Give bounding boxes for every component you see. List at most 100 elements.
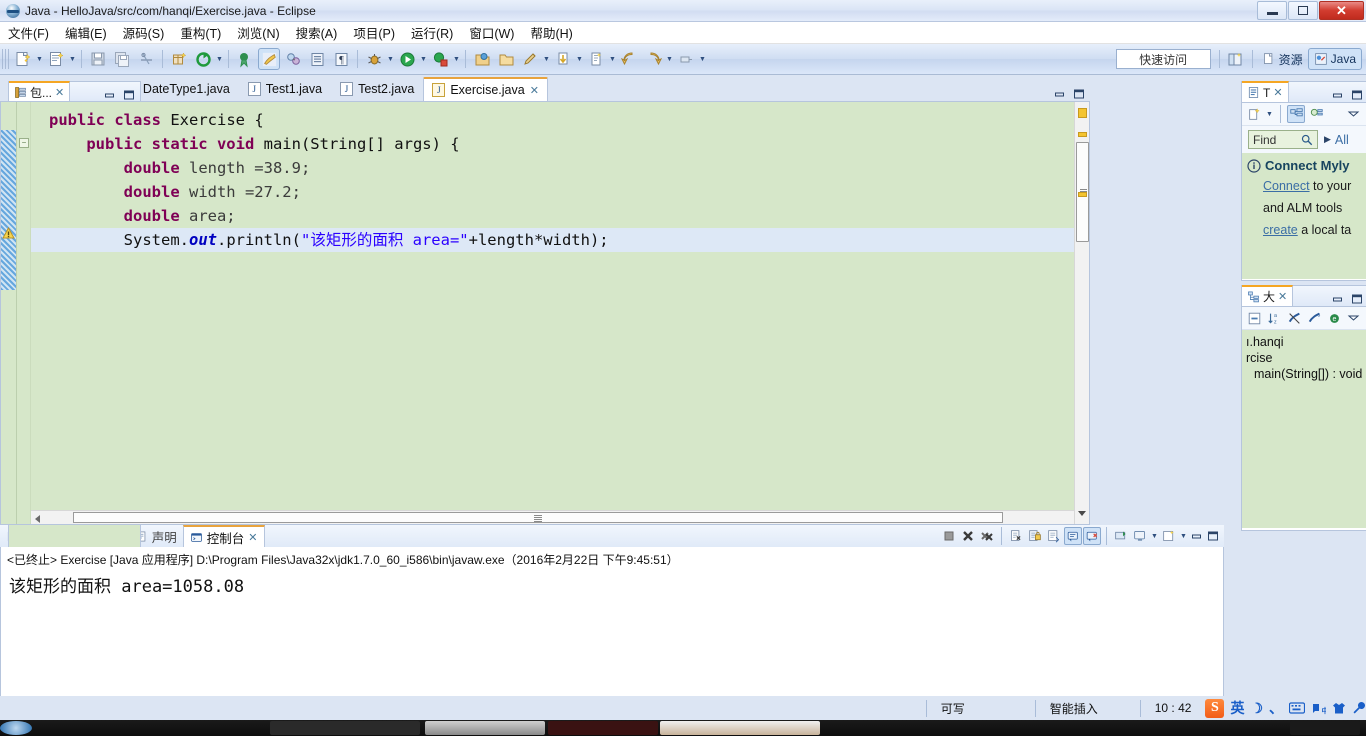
pencil-icon[interactable] bbox=[519, 48, 541, 70]
tools-icon[interactable] bbox=[1352, 701, 1366, 715]
scroll-lock-icon[interactable] bbox=[1026, 527, 1044, 545]
toolbar-grip[interactable] bbox=[2, 49, 9, 69]
connect-link[interactable]: Connect bbox=[1263, 179, 1310, 193]
sort-icon[interactable]: az bbox=[1265, 309, 1283, 327]
open-console-dropdown-icon[interactable]: ▼ bbox=[1179, 525, 1188, 547]
menu-navigate[interactable]: 浏览(N) bbox=[229, 21, 287, 44]
hide-nonpublic-icon[interactable]: e bbox=[1325, 309, 1343, 327]
hide-fields-icon[interactable] bbox=[1285, 309, 1303, 327]
scheduled-view-icon[interactable] bbox=[1307, 105, 1325, 123]
new-task-dropdown-icon[interactable]: ▼ bbox=[1265, 103, 1274, 125]
new-java-file-icon[interactable] bbox=[45, 48, 67, 70]
save-all-icon[interactable] bbox=[111, 48, 133, 70]
back-icon[interactable] bbox=[618, 48, 640, 70]
display-console-dropdown-icon[interactable]: ▼ bbox=[1150, 525, 1159, 547]
punctuation-icon[interactable]: 、 bbox=[1269, 698, 1283, 718]
close-icon[interactable]: ✕ bbox=[1273, 86, 1282, 99]
maximize-icon[interactable] bbox=[121, 87, 136, 102]
outline-row-main[interactable]: main(String[]) : void bbox=[1244, 366, 1366, 382]
scroll-left-icon[interactable] bbox=[35, 515, 40, 523]
find-all-filter[interactable]: ▶ All bbox=[1324, 133, 1349, 147]
menu-window[interactable]: 窗口(W) bbox=[461, 21, 522, 44]
forward-dropdown-icon[interactable]: ▼ bbox=[665, 48, 674, 70]
skin-icon[interactable] bbox=[1332, 702, 1346, 715]
next-annotation-icon[interactable] bbox=[552, 48, 574, 70]
editor-vertical-scrollbar[interactable] bbox=[1074, 102, 1089, 524]
console-tab-console[interactable]: 控制台 ✕ bbox=[182, 525, 265, 547]
menu-source[interactable]: 源码(S) bbox=[115, 21, 173, 44]
run-icon[interactable] bbox=[396, 48, 418, 70]
last-edit-dropdown-icon[interactable]: ▼ bbox=[608, 48, 617, 70]
perspective-java[interactable]: Java bbox=[1307, 48, 1362, 70]
print-icon[interactable] bbox=[135, 48, 157, 70]
last-edit-location-icon[interactable] bbox=[585, 48, 607, 70]
find-input[interactable]: Find bbox=[1248, 130, 1318, 149]
new-package-icon[interactable] bbox=[168, 48, 190, 70]
close-icon[interactable]: ✕ bbox=[530, 84, 539, 97]
debug-icon[interactable] bbox=[363, 48, 385, 70]
view-menu-icon[interactable] bbox=[1346, 107, 1361, 122]
open-type-icon[interactable] bbox=[282, 48, 304, 70]
skip-breakpoints-icon[interactable] bbox=[258, 48, 280, 70]
display-selected-console-icon[interactable] bbox=[1131, 527, 1149, 545]
editor-tab-test1[interactable]: J Test1.java bbox=[239, 77, 331, 101]
taskbar-item-2[interactable] bbox=[425, 721, 545, 735]
taskbar-item-3[interactable] bbox=[548, 721, 658, 735]
folding-ruler[interactable]: − bbox=[17, 102, 31, 524]
new-wizard-icon[interactable] bbox=[12, 48, 34, 70]
maximize-button[interactable] bbox=[1288, 1, 1318, 20]
outline-row-package[interactable]: ı.hanqi bbox=[1244, 334, 1366, 350]
next-annotation-dropdown-icon[interactable]: ▼ bbox=[575, 48, 584, 70]
save-icon[interactable] bbox=[87, 48, 109, 70]
package-explorer-tab[interactable]: 包... ✕ bbox=[9, 81, 71, 102]
menu-help[interactable]: 帮助(H) bbox=[522, 21, 580, 44]
annotation-ruler[interactable] bbox=[1, 102, 17, 524]
menu-project[interactable]: 项目(P) bbox=[345, 21, 403, 44]
maximize-icon[interactable] bbox=[1349, 87, 1364, 102]
editor-horizontal-scrollbar[interactable] bbox=[31, 510, 1074, 524]
ime-language-label[interactable]: 英 bbox=[1230, 698, 1244, 718]
minimize-icon[interactable] bbox=[1189, 529, 1204, 544]
scroll-down-icon[interactable] bbox=[1078, 511, 1086, 516]
code-editor[interactable]: public class Exercise { public static vo… bbox=[31, 102, 1074, 524]
hscroll-thumb[interactable] bbox=[73, 512, 1003, 523]
close-icon[interactable]: ✕ bbox=[1278, 290, 1287, 303]
external-tools-icon[interactable] bbox=[429, 48, 451, 70]
new-task-icon[interactable] bbox=[1245, 105, 1263, 123]
hide-static-icon[interactable]: s bbox=[1305, 309, 1323, 327]
collapse-all-icon[interactable] bbox=[1245, 309, 1263, 327]
remove-all-terminated-icon[interactable] bbox=[978, 527, 996, 545]
minimize-icon[interactable] bbox=[1330, 87, 1345, 102]
maximize-icon[interactable] bbox=[1071, 86, 1086, 101]
moon-icon[interactable]: ☽ bbox=[1250, 700, 1263, 717]
editor-tab-test2[interactable]: J Test2.java bbox=[331, 77, 423, 101]
start-button[interactable] bbox=[0, 721, 32, 735]
external-tools-dropdown-icon[interactable]: ▼ bbox=[452, 48, 461, 70]
menu-edit[interactable]: 编辑(E) bbox=[57, 21, 115, 44]
minimize-button[interactable] bbox=[1257, 1, 1287, 20]
editor-tab-exercise[interactable]: J Exercise.java ✕ bbox=[423, 77, 548, 101]
terminate-icon[interactable] bbox=[940, 527, 958, 545]
new-java-file-dropdown-icon[interactable]: ▼ bbox=[68, 48, 77, 70]
show-whitespace-icon[interactable]: ¶ bbox=[330, 48, 352, 70]
show-console-on-error-icon[interactable] bbox=[1083, 527, 1101, 545]
maximize-icon[interactable] bbox=[1205, 529, 1220, 544]
close-button[interactable]: ✕ bbox=[1319, 1, 1364, 20]
create-link[interactable]: create bbox=[1263, 223, 1298, 237]
open-perspective-icon[interactable] bbox=[1225, 48, 1247, 70]
task-list-tab[interactable]: T ✕ bbox=[1242, 81, 1289, 102]
perspective-resource[interactable]: 资源 bbox=[1257, 48, 1308, 70]
menu-refactor[interactable]: 重构(T) bbox=[172, 21, 229, 44]
minimize-icon[interactable] bbox=[1052, 86, 1067, 101]
warning-annotation-icon[interactable] bbox=[2, 227, 15, 240]
word-wrap-icon[interactable] bbox=[1045, 527, 1063, 545]
menu-search[interactable]: 搜索(A) bbox=[288, 21, 346, 44]
quick-access-input[interactable]: 快速访问 bbox=[1115, 49, 1211, 69]
fold-collapse-icon[interactable]: − bbox=[19, 138, 29, 148]
open-folder-icon[interactable] bbox=[471, 48, 493, 70]
view-menu-icon[interactable] bbox=[1346, 311, 1361, 326]
minimize-icon[interactable] bbox=[102, 87, 117, 102]
input-method-icon[interactable]: 中 bbox=[1311, 701, 1326, 715]
menu-run[interactable]: 运行(R) bbox=[403, 21, 461, 44]
open-console-icon[interactable] bbox=[1160, 527, 1178, 545]
